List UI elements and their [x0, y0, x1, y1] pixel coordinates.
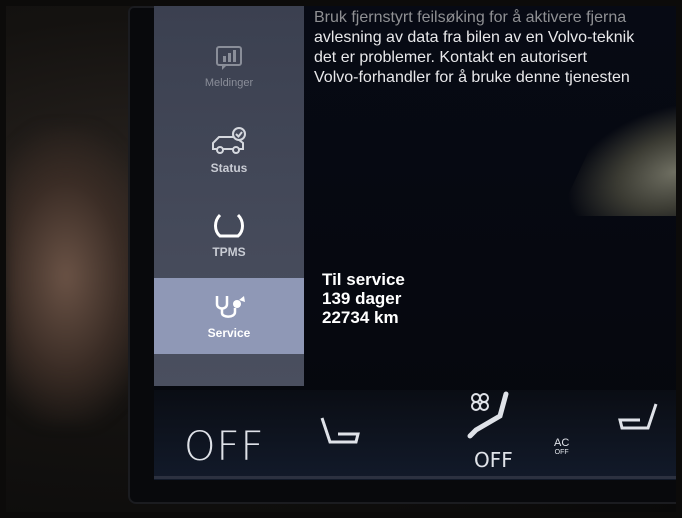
service-days: 139 dager — [322, 289, 402, 308]
service-distance: 22734 km — [322, 308, 399, 327]
light-glare — [558, 106, 676, 216]
photo-frame: Meldinger Status TPMS Service Bruk fjern… — [6, 6, 676, 512]
sidebar: Meldinger Status TPMS Service — [154, 6, 304, 386]
message-line: Bruk fjernstyrt feilsøking for å aktiver… — [314, 9, 627, 26]
message-line: det er problemer. Kontakt en autorisert — [314, 49, 588, 66]
left-temperature-off[interactable]: OFF — [184, 424, 265, 470]
seat-heat-left-icon[interactable] — [316, 412, 364, 452]
message-line: Volvo-forhandler for å bruke denne tjene… — [314, 69, 630, 86]
car-check-icon — [212, 127, 246, 154]
sidebar-item-label: Service — [207, 326, 251, 340]
sidebar-item-service[interactable]: Service — [154, 278, 304, 354]
service-title: Til service — [322, 270, 405, 289]
screen-edge — [154, 476, 676, 479]
sidebar-item-label: TPMS — [212, 245, 246, 259]
seat-heat-right-icon[interactable] — [614, 400, 662, 440]
ac-off-label: OFF — [554, 449, 569, 456]
sidebar-item-status[interactable]: Status — [154, 112, 304, 190]
fan-off-label[interactable]: OFF — [474, 448, 513, 472]
service-info: Til service 139 dager 22734 km — [322, 270, 405, 327]
stethoscope-icon — [215, 296, 245, 318]
sidebar-item-meldinger[interactable]: Meldinger — [154, 28, 304, 106]
tire-pressure-icon — [214, 213, 244, 238]
message-line: avlesning av data fra bilen av en Volvo-… — [314, 29, 635, 46]
sidebar-item-label: Meldinger — [204, 77, 254, 89]
sidebar-item-tpms[interactable]: TPMS — [154, 196, 304, 274]
info-message: Bruk fjernstyrt feilsøking for å aktiver… — [314, 8, 676, 88]
sidebar-item-label: Status — [210, 161, 248, 175]
ac-label: AC — [554, 437, 570, 449]
climate-bar: OFF OFF AC OFF — [154, 390, 676, 480]
seat-ventilation-icon[interactable] — [466, 390, 514, 446]
ac-button[interactable]: AC OFF — [554, 438, 569, 458]
messages-icon — [216, 46, 242, 70]
